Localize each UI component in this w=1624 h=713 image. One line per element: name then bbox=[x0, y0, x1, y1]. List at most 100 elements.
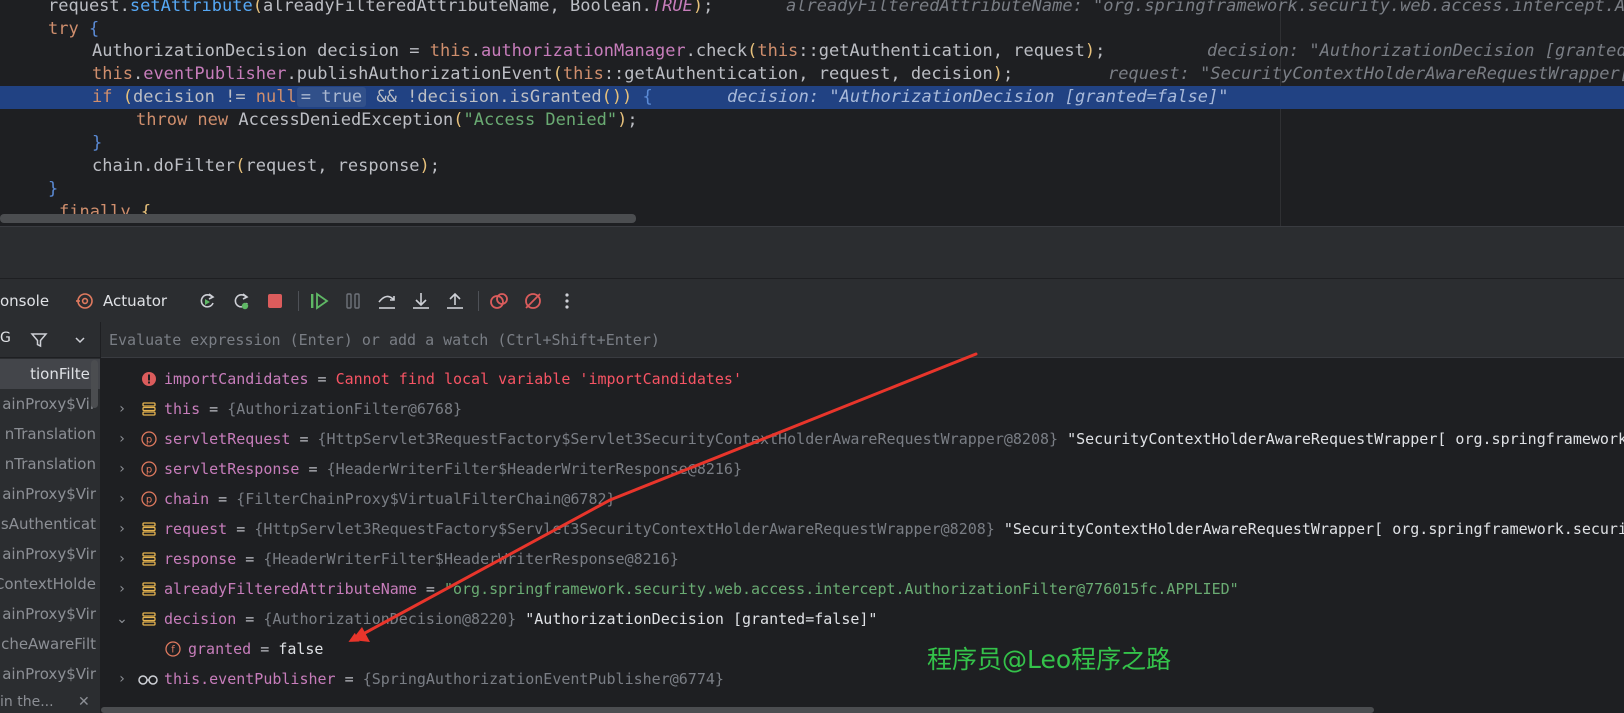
chevron-right-icon[interactable]: › bbox=[115, 664, 129, 694]
code-text: AuthorizationDecision decision = this.au… bbox=[92, 41, 1106, 61]
tab-console[interactable]: onsole bbox=[0, 279, 49, 323]
more-options-button[interactable] bbox=[556, 290, 578, 312]
variable-name: granted bbox=[188, 640, 252, 658]
variable-row[interactable]: › p chain = {FilterChainProxy$VirtualFil… bbox=[101, 484, 1624, 514]
debug-toolbar: onsole Actuator bbox=[0, 278, 1624, 322]
variable-value: "org.springframework.security.web.access… bbox=[443, 580, 1239, 598]
variable-row[interactable]: › p servletResponse = {HeaderWriterFilte… bbox=[101, 454, 1624, 484]
inline-value-hint: alreadyFilteredAttributeName: "org.sprin… bbox=[786, 0, 1624, 16]
object-icon bbox=[142, 552, 156, 566]
restart-button[interactable] bbox=[230, 290, 252, 312]
variable-row[interactable]: › alreadyFilteredAttributeName = "org.sp… bbox=[101, 574, 1624, 604]
code-text: } bbox=[92, 133, 103, 153]
parameter-icon: p bbox=[141, 491, 157, 507]
chevron-right-icon[interactable]: › bbox=[115, 454, 129, 484]
svg-text:p: p bbox=[146, 435, 152, 446]
frame-item[interactable]: cheAwareFilt bbox=[0, 629, 100, 659]
variable-row[interactable]: › request = {HttpServlet3RequestFactory$… bbox=[101, 514, 1624, 544]
frame-item[interactable]: ainProxy$Vir bbox=[0, 539, 100, 569]
chevron-right-icon[interactable]: › bbox=[115, 394, 129, 424]
variables-horizontal-scrollbar[interactable] bbox=[101, 707, 1374, 713]
frame-item[interactable]: nTranslation bbox=[0, 449, 100, 479]
step-out-button[interactable] bbox=[444, 290, 466, 312]
chevron-right-icon[interactable]: › bbox=[115, 424, 129, 454]
code-line-current-breakpoint: if (decision != null = true && !decision.… bbox=[0, 86, 1624, 109]
field-icon: f bbox=[165, 641, 181, 657]
code-editor[interactable]: request.setAttribute(alreadyFilteredAttr… bbox=[0, 0, 1624, 226]
variable-row[interactable]: ⌄ decision = {AuthorizationDecision@8220… bbox=[101, 604, 1624, 634]
chevron-right-icon[interactable]: › bbox=[115, 544, 129, 574]
thread-selector-label[interactable]: G bbox=[0, 330, 11, 346]
code-text: if (decision != null = true && !decision.… bbox=[92, 87, 653, 107]
code-line-8: chain.doFilter(request, response); bbox=[0, 155, 1624, 178]
resume-icon bbox=[311, 292, 329, 310]
stop-icon bbox=[268, 294, 282, 308]
variable-row[interactable]: › this.eventPublisher = {SpringAuthoriza… bbox=[101, 664, 1624, 694]
close-icon[interactable]: ✕ bbox=[78, 691, 90, 713]
frame-item[interactable]: ainProxy$Vir bbox=[0, 659, 100, 689]
panel-gap bbox=[0, 226, 1624, 278]
step-over-button[interactable] bbox=[376, 290, 398, 312]
variable-row[interactable]: f granted = false bbox=[101, 634, 1624, 664]
svg-text:f: f bbox=[171, 645, 175, 656]
frames-vertical-scrollbar[interactable] bbox=[91, 360, 98, 408]
pause-button[interactable] bbox=[342, 290, 364, 312]
error-icon bbox=[142, 372, 156, 386]
actuator-label: Actuator bbox=[103, 292, 168, 310]
inline-value-hint: request: "SecurityContextHolderAwareRequ… bbox=[1108, 64, 1624, 84]
code-line-3: AuthorizationDecision decision = this.au… bbox=[0, 40, 1624, 63]
code-text: try { bbox=[48, 19, 100, 39]
variable-type: {SpringAuthorizationEventPublisher@6774} bbox=[362, 670, 724, 688]
variable-row[interactable]: › p servletRequest = {HttpServlet3Reques… bbox=[101, 424, 1624, 454]
frame-item[interactable]: ainProxy$Vir bbox=[0, 599, 100, 629]
frame-item[interactable]: sAuthenticat bbox=[0, 509, 100, 539]
frames-header: G bbox=[0, 322, 100, 358]
code-text: throw new AccessDeniedException("Access … bbox=[136, 110, 638, 130]
variable-name: this.eventPublisher bbox=[164, 670, 336, 688]
variable-name: importCandidates bbox=[164, 370, 309, 388]
variable-name: request bbox=[164, 520, 228, 538]
chevron-down-icon[interactable]: ⌄ bbox=[115, 604, 129, 634]
chevron-right-icon[interactable]: › bbox=[115, 574, 129, 604]
variable-row[interactable]: importCandidates = Cannot find local var… bbox=[101, 364, 1624, 394]
variable-row[interactable]: › this = {AuthorizationFilter@6768} bbox=[101, 394, 1624, 424]
chevron-right-icon[interactable]: › bbox=[115, 484, 129, 514]
chevron-right-icon[interactable]: › bbox=[115, 514, 129, 544]
frames-panel: G tionFilter ainProxy$Vir nTranslation n… bbox=[0, 322, 100, 713]
mute-breakpoints-button[interactable] bbox=[522, 290, 544, 312]
code-text: request.setAttribute(alreadyFilteredAttr… bbox=[48, 0, 714, 16]
code-text: } bbox=[48, 179, 59, 199]
view-breakpoints-button[interactable] bbox=[488, 290, 510, 312]
parameter-icon: p bbox=[141, 461, 157, 477]
variable-value: "SecurityContextHolderAwareRequestWrappe… bbox=[1067, 430, 1624, 448]
rerun-button[interactable] bbox=[196, 290, 218, 312]
variable-name: decision bbox=[164, 610, 237, 628]
variable-name: chain bbox=[164, 490, 210, 508]
frame-item[interactable]: ContextHolde bbox=[0, 569, 100, 599]
variable-type: {HttpServlet3RequestFactory$Servlet3Secu… bbox=[317, 430, 1059, 448]
variables-panel: importCandidates = Cannot find local var… bbox=[101, 322, 1624, 713]
frame-item[interactable]: ainProxy$Vir bbox=[0, 389, 100, 419]
variable-row[interactable]: › response = {HeaderWriterFilter$HeaderW… bbox=[101, 544, 1624, 574]
code-line-4: this.eventPublisher.publishAuthorization… bbox=[0, 63, 1624, 86]
watch-icon bbox=[138, 675, 158, 685]
variable-name: servletResponse bbox=[164, 460, 300, 478]
pause-icon bbox=[346, 293, 360, 309]
variable-type: {HttpServlet3RequestFactory$Servlet3Secu… bbox=[254, 520, 995, 538]
frame-item[interactable]: tionFilter bbox=[0, 359, 100, 389]
inlay-hint: = true bbox=[296, 87, 367, 107]
parameter-icon: p bbox=[141, 431, 157, 447]
filter-icon[interactable] bbox=[30, 331, 48, 349]
variable-value: false bbox=[278, 640, 324, 658]
stop-button[interactable] bbox=[264, 290, 286, 312]
frame-item[interactable]: nTranslation bbox=[0, 419, 100, 449]
variable-value: "AuthorizationDecision [granted=false]" bbox=[525, 610, 878, 628]
editor-horizontal-scrollbar[interactable] bbox=[0, 214, 636, 223]
evaluate-expression-input[interactable] bbox=[101, 322, 1624, 358]
tab-actuator[interactable]: Actuator bbox=[76, 279, 178, 323]
step-into-icon bbox=[413, 293, 429, 309]
resume-button[interactable] bbox=[308, 290, 330, 312]
chevron-down-icon[interactable] bbox=[74, 334, 86, 346]
step-into-button[interactable] bbox=[410, 290, 432, 312]
frame-item[interactable]: ainProxy$Vir bbox=[0, 479, 100, 509]
